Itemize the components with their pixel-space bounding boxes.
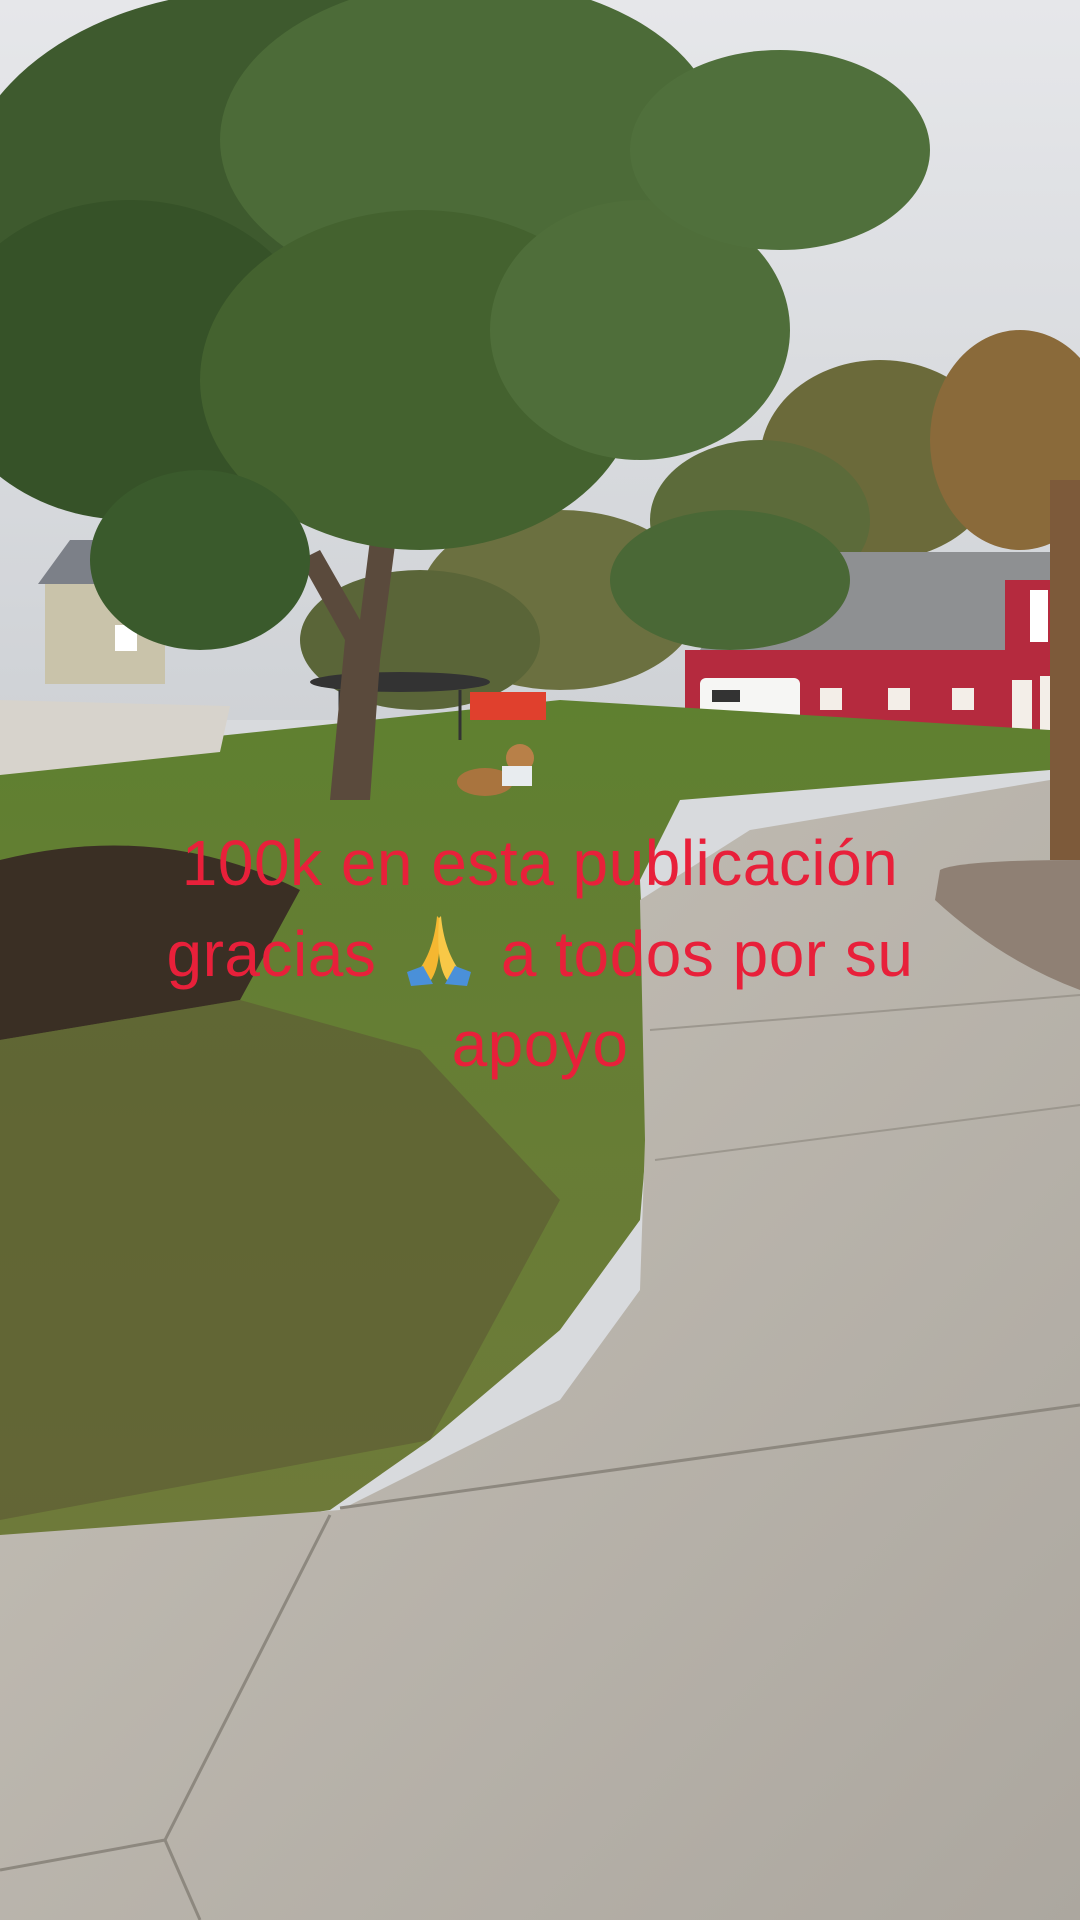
folded-hands-icon bbox=[406, 916, 471, 986]
caption-line-2: gracias a todos por su bbox=[90, 908, 990, 999]
photo-scene: 100k en esta publicación gracias a todos… bbox=[0, 0, 1080, 1920]
caption-line-2-start: gracias bbox=[166, 918, 377, 990]
caption-line-1: 100k en esta publicación bbox=[181, 827, 899, 899]
caption-overlay: 100k en esta publicación gracias a todos… bbox=[90, 818, 990, 1089]
caption-line-2-end: a todos por su bbox=[500, 918, 914, 990]
caption-line-3: apoyo bbox=[451, 1008, 629, 1080]
wooden-post bbox=[1050, 480, 1080, 860]
